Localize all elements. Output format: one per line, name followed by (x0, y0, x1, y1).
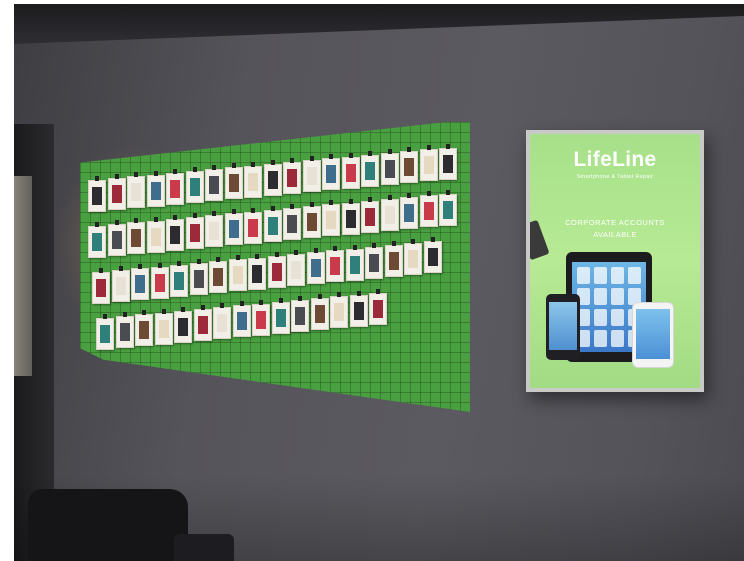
phone-case-package (267, 251, 286, 288)
phone-case-package (166, 214, 184, 251)
phone-case-package (107, 220, 126, 257)
phone-case-package (283, 204, 301, 240)
phone-case-package (439, 189, 457, 226)
promo-line-1: CORPORATE ACCOUNTS (565, 218, 665, 227)
phone-case-package (322, 200, 340, 237)
phone-case-display-grid (80, 122, 470, 412)
phone-case-package (361, 150, 379, 187)
doorway-light (14, 176, 32, 376)
phone-case-package (252, 299, 270, 336)
phone-case-package (400, 147, 418, 184)
phone-case-package (365, 242, 383, 279)
phone-case-package (419, 145, 438, 182)
phone-case-package (127, 218, 145, 255)
phone-case-package (205, 165, 223, 202)
phone-case-package (384, 241, 403, 277)
phone-case-package (146, 170, 165, 207)
phone-case-package (96, 314, 114, 350)
phone-image-left (546, 294, 580, 360)
phone-case-package (263, 205, 282, 242)
phone-case-package (349, 290, 368, 327)
promo-line-2: AVAILABLE (593, 230, 637, 239)
phone-case-package (439, 143, 457, 180)
phone-case-package (88, 176, 106, 212)
phone-case-package (166, 168, 184, 205)
phone-case-package (115, 312, 134, 349)
phone-case-package (326, 246, 344, 283)
phone-case-package (330, 292, 348, 329)
phone-case-package (131, 264, 149, 301)
phone-case-package (369, 288, 387, 325)
phone-case-package (228, 255, 247, 292)
phone-case-package (380, 195, 399, 231)
phone-case-package (341, 198, 360, 235)
phone-case-package (306, 248, 325, 285)
phone-case-package (244, 161, 262, 198)
phone-case-package (322, 154, 340, 191)
phone-case-package (88, 222, 106, 258)
phone-case-package (185, 167, 204, 203)
phone-case-package (146, 216, 165, 253)
phone-case-package (302, 156, 321, 193)
phone-case-package (423, 237, 442, 274)
phone-case-package (380, 149, 399, 185)
phone-case-package (205, 211, 223, 248)
lightbox-sign: LifeLine Smartphone & Tablet Repair CORP… (526, 130, 704, 392)
phone-case-package (283, 158, 301, 194)
ceiling (14, 4, 744, 44)
brand-title: LifeLine (573, 148, 657, 171)
phone-image-right (632, 302, 674, 368)
store-wall-photo: LifeLine Smartphone & Tablet Repair CORP… (14, 4, 744, 561)
phone-case-package (404, 239, 422, 276)
phone-case-package (341, 152, 360, 189)
phone-case-package (111, 266, 130, 303)
phone-case-package (170, 260, 188, 297)
phone-case-package (271, 297, 290, 334)
phone-case-package (263, 159, 282, 196)
chair-back (28, 489, 188, 561)
phone-case-package (310, 294, 329, 331)
phone-case-package (193, 305, 212, 341)
phone-case-package (189, 259, 208, 295)
phone-case-package (361, 196, 379, 233)
phone-case-package (92, 268, 110, 304)
phone-case-package (345, 244, 364, 281)
phone-case-package (150, 262, 169, 299)
phone-case-package (419, 191, 438, 228)
chair-seat (174, 534, 234, 561)
sign-panel: LifeLine Smartphone & Tablet Repair CORP… (530, 134, 700, 388)
phone-case-package (185, 213, 204, 249)
phone-case-package (232, 301, 251, 338)
phone-case-package (302, 202, 321, 239)
brand-subtitle: Smartphone & Tablet Repair (576, 174, 654, 180)
phone-case-package (174, 306, 192, 343)
phone-case-package (107, 174, 126, 211)
phone-case-package (224, 209, 243, 246)
phone-case-package (248, 253, 266, 290)
phone-case-package (213, 303, 231, 340)
phone-case-package (224, 163, 243, 200)
phone-case-package (127, 172, 145, 209)
phone-case-package (135, 310, 153, 347)
phone-case-package (209, 257, 227, 294)
phone-case-package (287, 250, 305, 286)
phone-case-package (291, 296, 309, 332)
phone-case-package (244, 207, 262, 244)
phone-case-package (400, 193, 418, 230)
phone-case-package (154, 308, 173, 345)
